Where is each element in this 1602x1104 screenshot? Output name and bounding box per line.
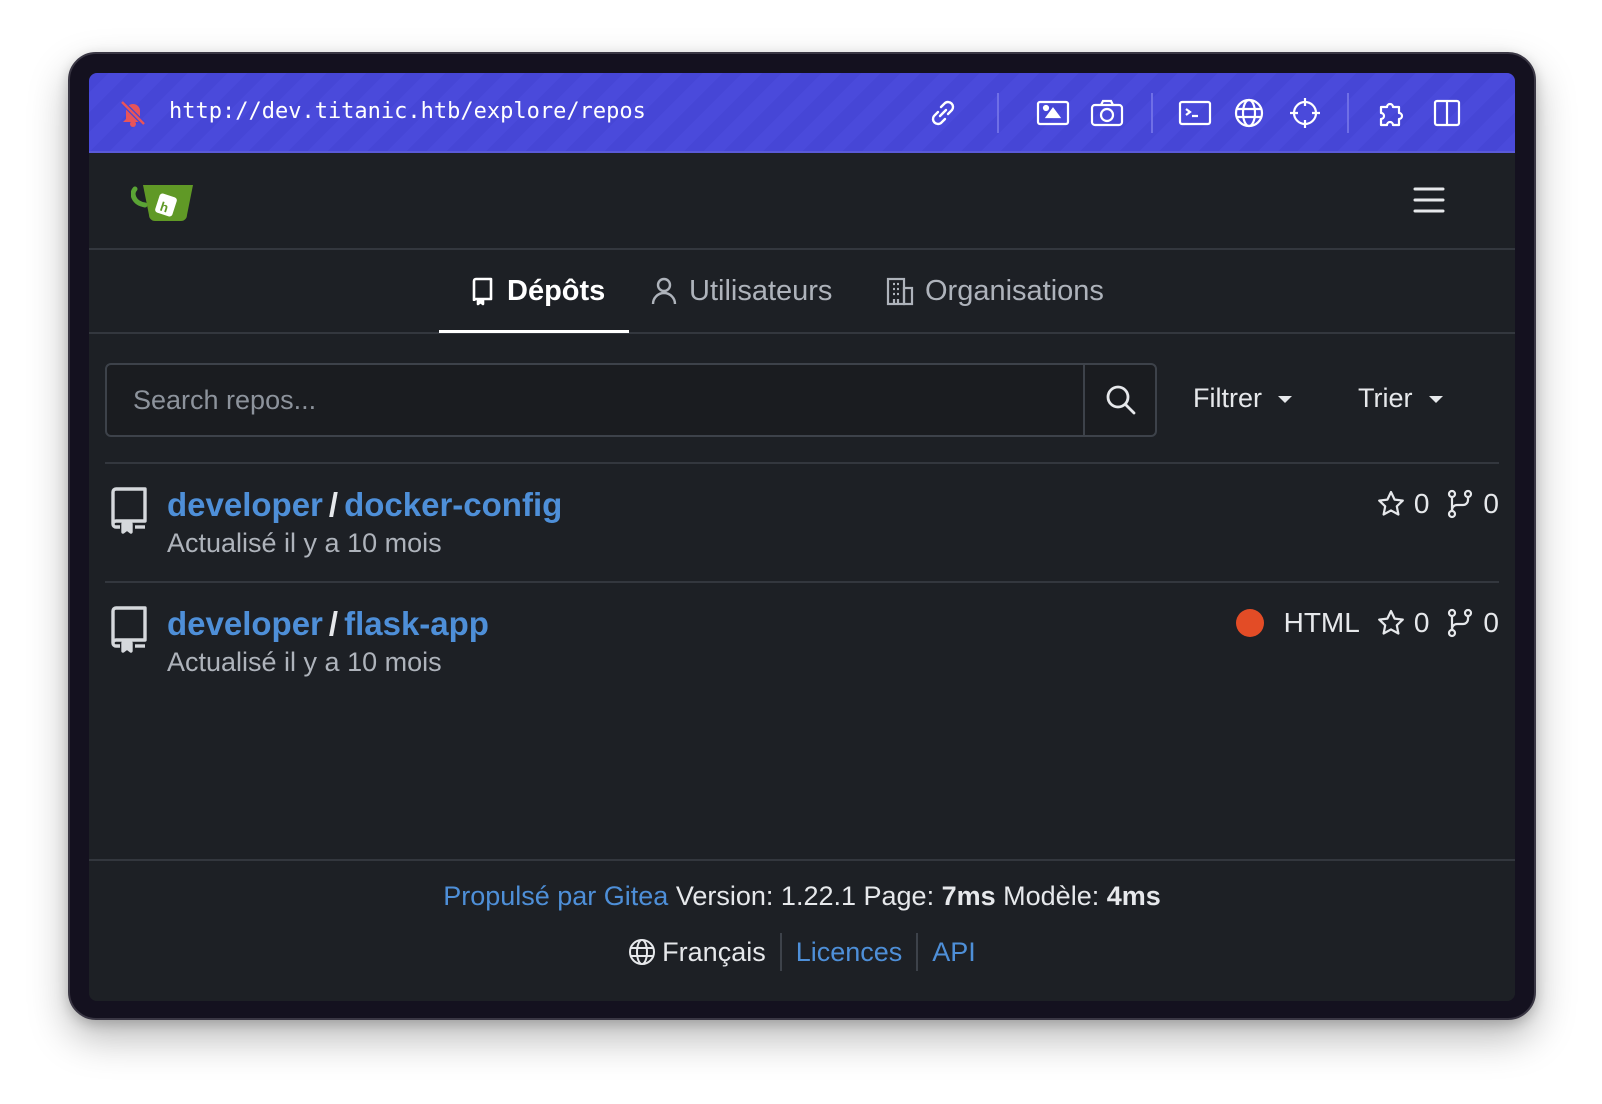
tab-label: Utilisateurs: [689, 274, 833, 307]
repo-title: developer / flask-app: [167, 605, 489, 643]
list-item: developer / flask-app Actualisé il y a 10 …: [105, 583, 1499, 701]
stars-value: 0: [1413, 607, 1430, 638]
globe-icon: [629, 939, 656, 965]
repo-separator: /: [328, 486, 339, 523]
camera-icon[interactable]: [1089, 95, 1125, 131]
menu-icon[interactable]: [1413, 186, 1445, 214]
globe-icon[interactable]: [1231, 95, 1267, 131]
address-bar: http://dev.titanic.htb/explore/repos: [89, 73, 1515, 153]
search-icon: [1106, 385, 1136, 415]
notifications-off-icon[interactable]: [117, 97, 149, 129]
stars-count[interactable]: 0: [1376, 488, 1430, 520]
star-icon: [1377, 490, 1404, 516]
fork-icon: [1448, 489, 1473, 519]
toolbar-separator: [1347, 93, 1349, 133]
api-link[interactable]: API: [932, 937, 976, 968]
repo-title: developer / docker-config: [167, 486, 562, 524]
tab-users[interactable]: Utilisateurs: [649, 250, 832, 332]
tab-label: Organisations: [925, 274, 1104, 307]
crosshair-icon[interactable]: [1287, 95, 1323, 131]
image-capture-icon[interactable]: [1035, 95, 1071, 131]
tab-organizations[interactable]: Organisations: [885, 250, 1104, 332]
sort-label: Trier: [1358, 383, 1413, 413]
search-box: [105, 363, 1157, 437]
footer-separator: [916, 933, 919, 971]
repo-owner-link[interactable]: developer: [167, 605, 323, 642]
link-icon[interactable]: [925, 95, 961, 131]
extension-puzzle-icon[interactable]: [1375, 95, 1411, 131]
sidebar-toggle-icon[interactable]: [1429, 95, 1465, 131]
search-button[interactable]: [1083, 365, 1157, 435]
search-input[interactable]: [107, 365, 1083, 435]
explore-tabs: Dépôts Utilisateurs Organisations: [89, 250, 1515, 334]
version-value: 1.22.1: [780, 881, 856, 911]
footer-separator: [779, 933, 782, 971]
site-footer: Propulsé par Gitea Version: 1.22.1 Page:…: [89, 859, 1515, 1001]
repo-owner-link[interactable]: developer: [167, 486, 323, 523]
repo-meta: HTML 0 0: [1235, 607, 1499, 639]
forks-count[interactable]: 0: [1445, 488, 1499, 520]
repo-separator: /: [328, 605, 339, 642]
repo-icon: [111, 487, 147, 534]
repo-updated: Actualisé il y a 10 mois: [167, 528, 442, 558]
tab-repositories[interactable]: Dépôts: [438, 250, 630, 333]
stars-value: 0: [1413, 488, 1430, 519]
forks-value: 0: [1483, 607, 1499, 638]
browser-viewport: http://dev.titanic.htb/explore/repos h D…: [89, 73, 1515, 1001]
toolbar-separator: [1151, 93, 1153, 133]
toolbar-separator: [997, 93, 999, 133]
forks-value: 0: [1483, 488, 1499, 519]
version-label: Version:: [675, 881, 774, 911]
language-selector[interactable]: Français: [628, 937, 766, 968]
chevron-down-icon: [1428, 396, 1443, 403]
page-time-label: Page:: [863, 881, 935, 911]
page-time-value: 7ms: [941, 881, 996, 911]
licenses-link[interactable]: Licences: [796, 937, 903, 968]
powered-by-link[interactable]: Propulsé par Gitea: [443, 881, 668, 911]
footer-links: Français Licences API: [89, 933, 1515, 971]
star-icon: [1377, 609, 1404, 635]
list-item: developer / docker-config Actualisé il y a…: [105, 464, 1499, 582]
repo-icon: [472, 277, 493, 306]
repo-name-link[interactable]: flask-app: [344, 605, 489, 642]
browser-window: http://dev.titanic.htb/explore/repos h D…: [68, 52, 1536, 1020]
person-icon: [651, 277, 677, 305]
filter-dropdown[interactable]: Filtrer: [1193, 383, 1292, 414]
template-time-value: 4ms: [1106, 881, 1161, 911]
language-color-dot: [1235, 609, 1264, 637]
forks-count[interactable]: 0: [1445, 607, 1499, 639]
chevron-down-icon: [1278, 396, 1292, 403]
stars-count[interactable]: 0: [1376, 607, 1430, 639]
language-label: Français: [662, 936, 766, 967]
url-text[interactable]: http://dev.titanic.htb/explore/repos: [169, 99, 646, 124]
repo-meta: 0 0: [1376, 488, 1499, 520]
template-time-label: Modèle:: [1003, 881, 1100, 911]
organization-icon: [886, 277, 914, 306]
terminal-icon[interactable]: [1177, 95, 1213, 131]
site-header: h: [89, 153, 1515, 250]
repo-updated: Actualisé il y a 10 mois: [167, 647, 442, 677]
repo-language[interactable]: HTML: [1284, 607, 1360, 639]
footer-info: Propulsé par Gitea Version: 1.22.1 Page:…: [89, 881, 1515, 912]
tab-label: Dépôts: [507, 274, 606, 307]
fork-icon: [1448, 608, 1473, 638]
filter-label: Filtrer: [1193, 383, 1262, 413]
repo-name-link[interactable]: docker-config: [344, 486, 562, 523]
sort-dropdown[interactable]: Trier: [1358, 383, 1443, 414]
gitea-logo-icon[interactable]: h: [131, 181, 197, 225]
repo-icon: [111, 606, 147, 653]
